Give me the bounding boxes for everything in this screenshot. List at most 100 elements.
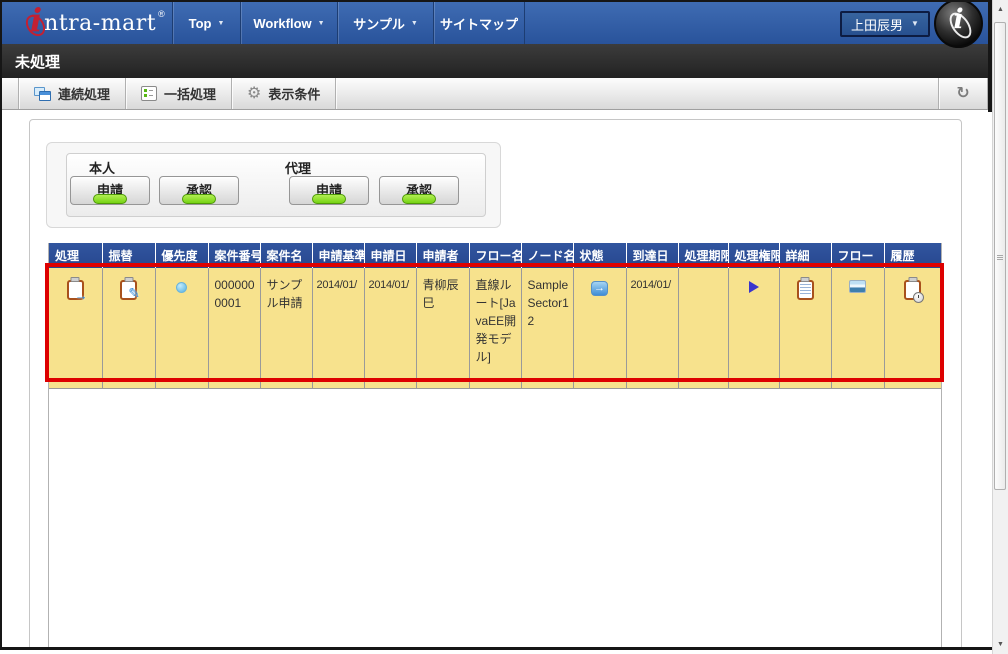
nav-item-top[interactable]: Top — [172, 2, 240, 44]
cell-flow-name: 直線ルート[JavaEE開発モデル] — [469, 268, 521, 389]
cell-transfer[interactable] — [102, 268, 155, 389]
col-case-number[interactable]: 案件番号 — [208, 243, 260, 268]
toolbar-button-label: 表示条件 — [268, 84, 320, 103]
col-process[interactable]: 処理 — [49, 243, 102, 268]
cell-process[interactable] — [49, 268, 102, 389]
cell-node-name: SampleSector12 — [521, 268, 573, 389]
intra-mart-logo[interactable]: i ntra-mart ® — [30, 2, 165, 44]
scroll-up-arrow[interactable] — [995, 3, 1006, 16]
vertical-scrollbar[interactable] — [992, 0, 1008, 654]
clock-overlay-icon — [913, 292, 924, 303]
pencil-overlay-icon — [128, 286, 140, 300]
checklist-icon — [141, 86, 157, 101]
nav-item-label: サンプル — [353, 14, 405, 33]
intra-mart-emblem-icon[interactable] — [934, 0, 983, 48]
flow-image-icon[interactable] — [849, 280, 866, 293]
col-transfer[interactable]: 振替 — [102, 243, 155, 268]
cell-authority — [728, 268, 779, 389]
cell-flow[interactable] — [831, 268, 884, 389]
nav-item-label: Top — [189, 16, 212, 31]
top-nav: i ntra-mart ® Top Workflow サンプル サイトマップ 上… — [2, 2, 988, 44]
cell-case-number: 0000000001 — [208, 268, 260, 389]
registered-mark: ® — [158, 9, 165, 19]
nav-item-sitemap[interactable]: サイトマップ — [433, 2, 525, 44]
cell-case-name: サンプル申請 — [260, 268, 312, 389]
logo-text: ntra-mart — [44, 11, 156, 36]
col-status[interactable]: 状態 — [573, 243, 626, 268]
proxy-apply-button[interactable]: 申請 — [289, 176, 369, 205]
col-node-name[interactable]: ノード名 — [521, 243, 573, 268]
green-led-indicator — [93, 194, 127, 204]
col-priority[interactable]: 優先度 — [155, 243, 208, 268]
col-flow-name[interactable]: フロー名 — [469, 243, 521, 268]
nav-item-label: Workflow — [253, 16, 311, 31]
col-deadline[interactable]: 処理期限 — [678, 243, 728, 268]
cell-history[interactable] — [884, 268, 941, 389]
cell-deadline — [678, 268, 728, 389]
scroll-down-arrow[interactable] — [995, 638, 1006, 651]
col-authority[interactable]: 処理権限 — [728, 243, 779, 268]
process-clipboard-icon[interactable] — [67, 280, 84, 300]
title-bar: 未処理 — [2, 44, 988, 78]
scrollbar-thumb[interactable] — [994, 22, 1006, 490]
history-clipboard-icon[interactable] — [904, 280, 921, 300]
col-case-name[interactable]: 案件名 — [260, 243, 312, 268]
gear-icon — [247, 86, 261, 102]
filter-group-self-label: 本人 — [89, 158, 115, 177]
status-arrow-icon — [591, 281, 608, 296]
cell-base-date: 2014/01/ — [312, 268, 364, 389]
display-condition-button[interactable]: 表示条件 — [232, 78, 335, 109]
refresh-icon — [956, 86, 969, 102]
toolbar-button-label: 一括処理 — [164, 84, 216, 103]
col-arrival-date[interactable]: 到達日 — [626, 243, 678, 268]
filter-group-proxy-label: 代理 — [285, 158, 311, 177]
user-name: 上田辰男 — [851, 15, 903, 34]
arrow-overlay-icon — [75, 289, 88, 302]
col-base-date[interactable]: 申請基準日 — [312, 243, 364, 268]
nav-item-label: サイトマップ — [440, 14, 518, 33]
cell-status — [573, 268, 626, 389]
user-menu-button[interactable]: 上田辰男 — [840, 11, 930, 37]
filter-panel: 本人 申請 承認 代理 申請 承認 — [46, 142, 501, 228]
proxy-approve-button[interactable]: 承認 — [379, 176, 459, 205]
green-led-indicator — [402, 194, 436, 204]
col-flow[interactable]: フロー — [831, 243, 884, 268]
toolbar-separator — [335, 78, 336, 109]
detail-clipboard-icon[interactable] — [797, 280, 814, 300]
filter-inner-panel: 本人 申請 承認 代理 申請 承認 — [66, 153, 486, 217]
cascade-windows-icon — [34, 87, 51, 101]
self-apply-button[interactable]: 申請 — [70, 176, 150, 205]
cell-applicant: 青柳辰巳 — [416, 268, 469, 389]
continuous-process-button[interactable]: 連続処理 — [19, 78, 125, 109]
header-row: 処理 振替 優先度 案件番号 案件名 申請基準日 申請日 申請者 フロー名 ノー… — [49, 243, 941, 268]
chevron-down-icon — [411, 20, 418, 27]
table-row: 0000000001 サンプル申請 2014/01/ 2014/01/ 青柳辰巳… — [49, 268, 941, 389]
green-led-indicator — [182, 194, 216, 204]
nav-menu: Top Workflow サンプル サイトマップ — [172, 2, 525, 44]
worklist-table: 処理 振替 優先度 案件番号 案件名 申請基準日 申請日 申請者 フロー名 ノー… — [49, 243, 941, 389]
content-panel: 本人 申請 承認 代理 申請 承認 — [29, 119, 962, 648]
batch-process-button[interactable]: 一括処理 — [126, 78, 231, 109]
toolbar-button-label: 連続処理 — [58, 84, 110, 103]
toolbar: 連続処理 一括処理 表示条件 — [2, 78, 988, 110]
col-detail[interactable]: 詳細 — [779, 243, 831, 268]
green-led-indicator — [312, 194, 346, 204]
nav-item-sample[interactable]: サンプル — [337, 2, 433, 44]
refresh-button[interactable] — [938, 78, 988, 109]
page-title: 未処理 — [2, 51, 60, 72]
logo-mark-icon: i — [30, 1, 42, 39]
list-area: 処理 振替 優先度 案件番号 案件名 申請基準日 申請日 申請者 フロー名 ノー… — [48, 243, 942, 647]
chevron-down-icon — [217, 20, 224, 27]
authority-play-icon — [749, 281, 759, 293]
chevron-down-icon — [318, 20, 325, 27]
col-history[interactable]: 履歴 — [884, 243, 941, 268]
col-apply-date[interactable]: 申請日 — [364, 243, 416, 268]
nav-item-workflow[interactable]: Workflow — [240, 2, 337, 44]
cell-apply-date: 2014/01/ — [364, 268, 416, 389]
cell-arrival-date: 2014/01/ — [626, 268, 678, 389]
col-applicant[interactable]: 申請者 — [416, 243, 469, 268]
cell-detail[interactable] — [779, 268, 831, 389]
self-approve-button[interactable]: 承認 — [159, 176, 239, 205]
chevron-down-icon — [911, 20, 919, 28]
transfer-edit-icon[interactable] — [120, 280, 137, 300]
